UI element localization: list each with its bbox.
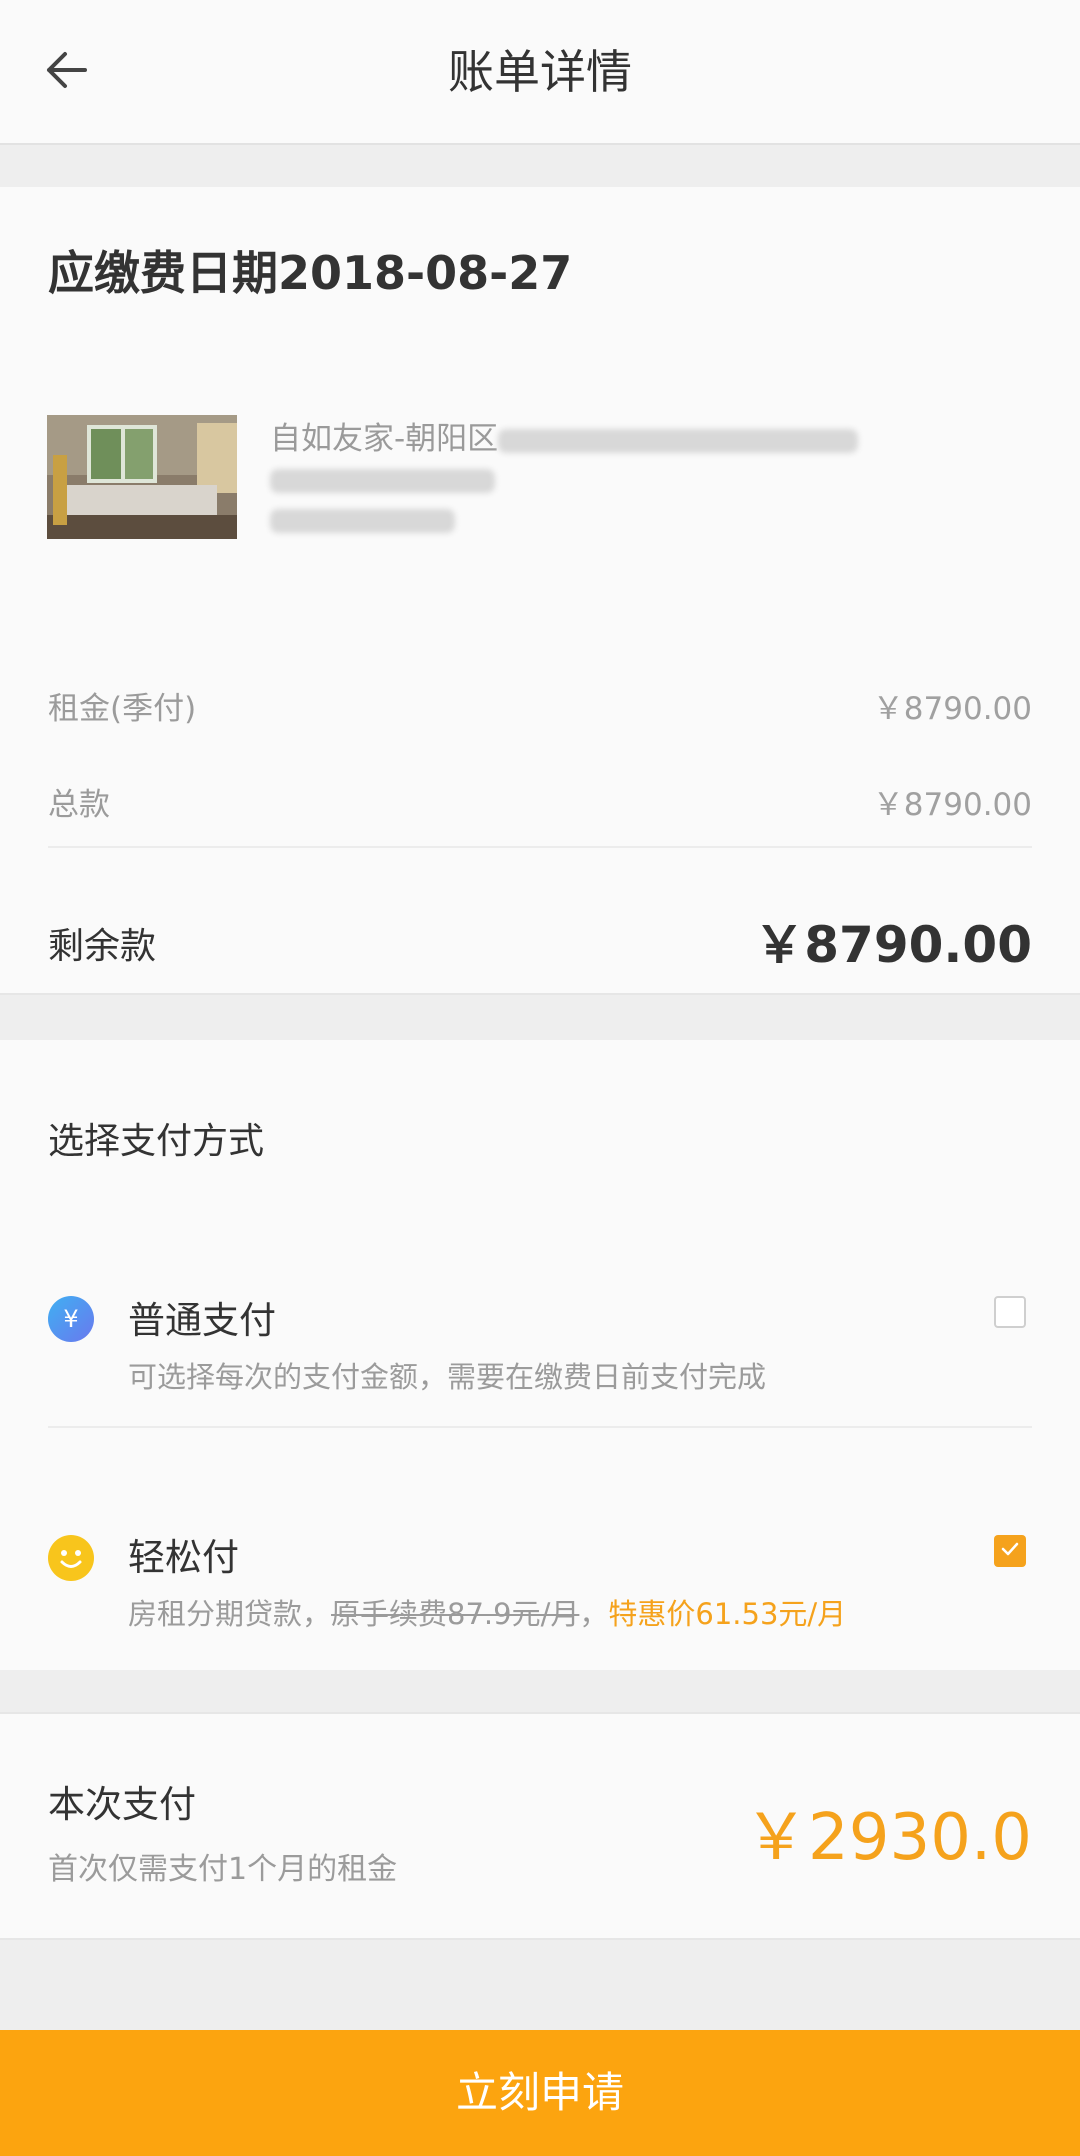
payment-section-title: 选择支付方式 — [48, 1121, 265, 1162]
blurred-room — [270, 468, 495, 493]
payment-option-desc: 房租分期贷款，原手续费87.9元/月，特惠价61.53元/月 — [128, 1591, 846, 1633]
checkbox-checked[interactable] — [994, 1535, 1026, 1567]
remaining-amount: ￥8790.00 — [754, 916, 1032, 974]
check-icon — [999, 1538, 1021, 1564]
house-info: 自如友家-朝阳区 — [270, 419, 910, 539]
payment-option-name: 轻松付 — [128, 1536, 239, 1579]
remaining-label: 剩余款 — [48, 926, 157, 967]
payment-option-normal[interactable]: ¥ 普通支付 可选择每次的支付金额，需要在缴费日前支付完成 — [0, 1210, 1080, 1410]
rent-row: 租金(季付) ￥8790.00 — [48, 675, 1032, 735]
desc-separator: ， — [579, 1597, 609, 1631]
original-fee: 原手续费87.9元/月 — [331, 1597, 580, 1631]
pay-now-note: 首次仅需支付1个月的租金 — [48, 1852, 398, 1887]
divider — [48, 846, 1032, 848]
page-title: 账单详情 — [448, 45, 632, 99]
pay-now-label: 本次支付 — [48, 1783, 196, 1826]
promo-price: 特惠价61.53元/月 — [608, 1597, 847, 1631]
pay-now-amount: ￥2930.0 — [744, 1801, 1032, 1875]
yen-icon: ¥ — [48, 1296, 94, 1342]
total-value: ￥8790.00 — [872, 786, 1032, 823]
payment-option-easy[interactable]: 轻松付 房租分期贷款，原手续费87.9元/月，特惠价61.53元/月 — [0, 1455, 1080, 1655]
smile-icon — [48, 1535, 94, 1581]
payment-option-name: 普通支付 — [128, 1299, 276, 1342]
rent-label: 租金(季付) — [48, 690, 197, 727]
blurred-address — [498, 428, 859, 453]
rent-value: ￥8790.00 — [872, 690, 1032, 727]
total-label: 总款 — [48, 786, 110, 823]
bill-card: 应缴费日期2018-08-27 自如友家-朝阳区 租金(季付) ￥8790.00… — [0, 187, 1080, 995]
checkbox-unchecked[interactable] — [994, 1296, 1026, 1328]
payment-summary-card: 本次支付 首次仅需支付1个月的租金 ￥2930.0 — [0, 1712, 1080, 1940]
due-date-title: 应缴费日期2018-08-27 — [48, 246, 573, 300]
blurred-period — [270, 508, 455, 533]
top-bar: 账单详情 — [0, 0, 1080, 145]
payment-method-card: 选择支付方式 ¥ 普通支付 可选择每次的支付金额，需要在缴费日前支付完成 轻松付… — [0, 1040, 1080, 1670]
apply-button[interactable]: 立刻申请 — [0, 2030, 1080, 2156]
divider — [48, 1426, 1032, 1428]
desc-prefix: 房租分期贷款， — [128, 1597, 332, 1631]
payment-option-desc: 可选择每次的支付金额，需要在缴费日前支付完成 — [128, 1360, 767, 1394]
house-photo[interactable] — [47, 415, 237, 539]
house-address: 自如友家-朝阳区 — [270, 421, 499, 457]
total-row: 总款 ￥8790.00 — [48, 771, 1032, 831]
